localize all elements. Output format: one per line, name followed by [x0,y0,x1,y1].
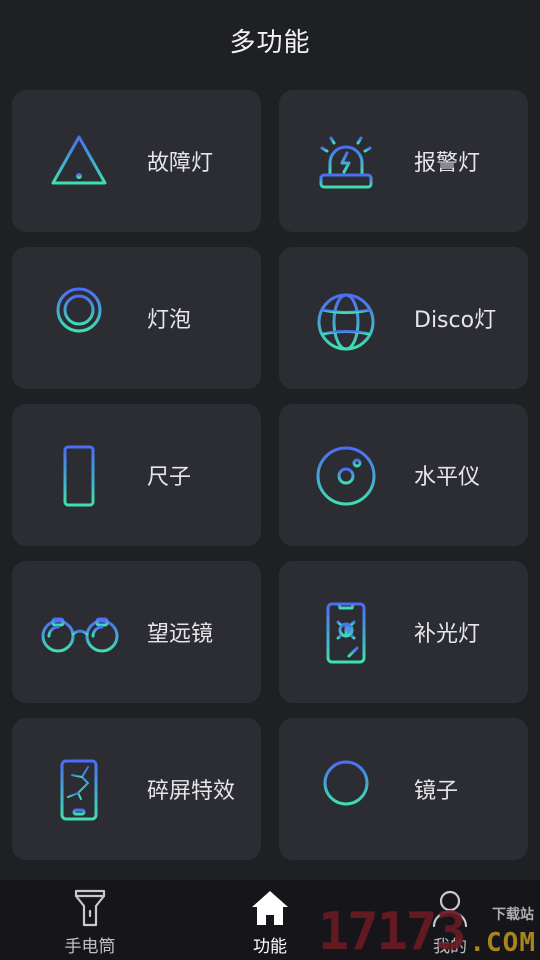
tab-functions[interactable]: 功能 [180,880,360,960]
feature-label: 补光灯 [414,622,481,647]
feature-card-level[interactable]: 水平仪 [279,404,528,546]
warning-triangle-icon [48,131,110,193]
feature-label: 碎屏特效 [147,779,236,804]
header: 多功能 [0,0,540,80]
feature-card-alarm-light[interactable]: 报警灯 [279,90,528,232]
feature-label: 故障灯 [147,151,214,176]
bottom-tab-bar: 手电筒 功能 我的 [0,880,540,960]
feature-card-mirror[interactable]: 镜子 [279,718,528,860]
feature-label: 灯泡 [147,308,192,333]
feature-label: 尺子 [147,465,192,490]
feature-label: 报警灯 [414,151,481,176]
feature-label: Disco灯 [414,308,497,333]
cracked-phone-icon [48,759,110,821]
tab-flashlight[interactable]: 手电筒 [0,880,180,960]
tab-mine[interactable]: 我的 [360,880,540,960]
feature-label: 镜子 [414,779,459,804]
feature-card-ruler[interactable]: 尺子 [12,404,261,546]
feature-card-bulb[interactable]: 灯泡 [12,247,261,389]
tab-label: 功能 [253,937,287,957]
feature-grid: 故障灯 报警灯 灯泡 Disco灯 尺子 水平仪 望远镜 补光灯 碎屏特效 镜子 [12,90,528,860]
alarm-siren-icon [315,131,377,193]
ruler-icon [48,445,110,507]
page-title: 多功能 [229,27,311,58]
binoculars-icon [40,602,120,664]
feature-card-telescope[interactable]: 望远镜 [12,561,261,703]
level-gauge-icon [315,445,377,507]
home-icon [250,888,290,928]
fill-light-phone-icon [315,602,377,664]
feature-label: 水平仪 [414,465,481,490]
feature-card-fill-light[interactable]: 补光灯 [279,561,528,703]
feature-label: 望远镜 [147,622,214,647]
disco-ball-icon [315,286,377,351]
flashlight-icon [70,888,110,928]
feature-card-cracked-screen[interactable]: 碎屏特效 [12,718,261,860]
tab-label: 手电筒 [64,937,116,957]
user-icon [430,888,470,928]
feature-card-disco[interactable]: Disco灯 [279,247,528,389]
feature-card-fault-light[interactable]: 故障灯 [12,90,261,232]
mirror-icon [315,759,377,821]
light-bulb-icon [48,287,110,350]
tab-label: 我的 [433,937,467,957]
